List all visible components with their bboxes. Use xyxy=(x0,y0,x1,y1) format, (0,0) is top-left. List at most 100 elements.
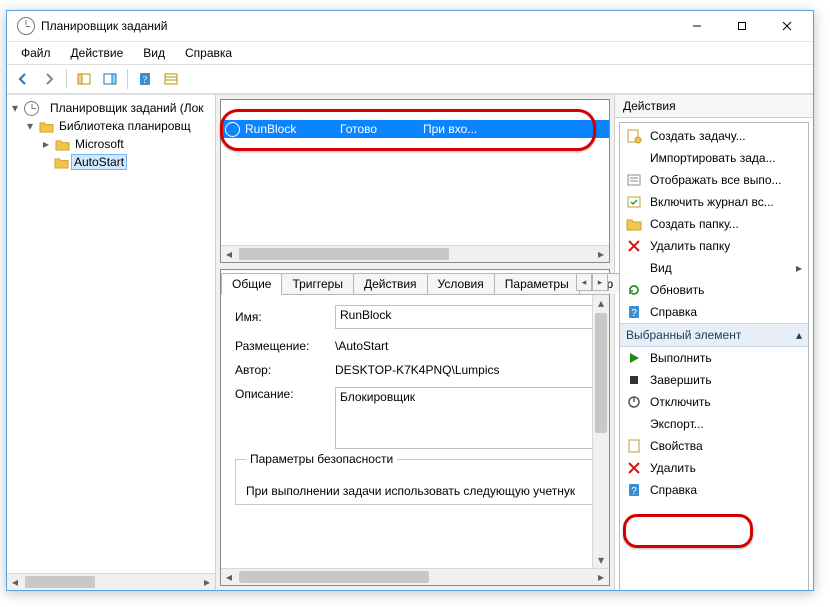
close-button[interactable] xyxy=(764,12,809,40)
menu-help[interactable]: Справка xyxy=(177,44,240,62)
toolbar-show-hide-tree-button[interactable] xyxy=(72,67,96,91)
titlebar: Планировщик заданий xyxy=(7,11,813,41)
action-run[interactable]: Выполнить xyxy=(620,347,808,369)
actions-section-selected: Выбранный элемент ▴ xyxy=(620,323,808,347)
window-title: Планировщик заданий xyxy=(41,19,674,33)
tab-general[interactable]: Общие xyxy=(221,273,282,295)
security-account-line: При выполнении задачи использовать следу… xyxy=(246,484,584,498)
action-end[interactable]: Завершить xyxy=(620,369,808,391)
new-folder-icon xyxy=(626,216,642,232)
tree-root[interactable]: ▾ Планировщик заданий (Лок xyxy=(9,99,213,117)
action-new-folder[interactable]: Создать папку... xyxy=(620,213,808,235)
action-refresh[interactable]: Обновить xyxy=(620,279,808,301)
security-fieldset: Параметры безопасности При выполнении за… xyxy=(235,459,595,505)
tree-autostart[interactable]: AutoStart xyxy=(9,153,213,171)
delete-icon xyxy=(626,238,642,254)
blank-icon xyxy=(626,260,642,276)
author-value: DESKTOP-K7K4PNQ\Lumpics xyxy=(335,363,585,377)
menu-file[interactable]: Файл xyxy=(13,44,59,62)
play-icon xyxy=(626,350,642,366)
task-details: Общие Триггеры Действия Условия Параметр… xyxy=(220,269,610,586)
task-list-horizontal-scrollbar[interactable]: ◂▸ xyxy=(221,245,609,262)
blank-icon xyxy=(626,416,642,432)
tree-pane: ▾ Планировщик заданий (Лок ▾ Библиотека … xyxy=(7,95,216,590)
expand-icon[interactable]: ▸ xyxy=(40,138,52,150)
toolbar-back-button[interactable] xyxy=(11,67,35,91)
tab-settings[interactable]: Параметры xyxy=(494,273,580,294)
description-label: Описание: xyxy=(235,387,335,401)
tab-triggers[interactable]: Триггеры xyxy=(281,273,354,294)
refresh-icon xyxy=(626,282,642,298)
task-icon xyxy=(626,128,642,144)
description-field[interactable]: Блокировщик xyxy=(335,387,595,449)
list-icon xyxy=(626,172,642,188)
action-disable[interactable]: Отключить xyxy=(620,391,808,413)
task-scheduler-window: Планировщик заданий Файл Действие Вид Сп… xyxy=(6,10,814,591)
name-field[interactable]: RunBlock xyxy=(335,305,595,329)
action-help-2[interactable]: ? Справка xyxy=(620,479,808,501)
task-list-header[interactable] xyxy=(221,100,609,121)
help-icon: ? xyxy=(626,482,642,498)
clock-icon xyxy=(24,101,39,116)
folder-icon xyxy=(39,120,54,133)
task-trigger: При вхо... xyxy=(423,122,543,136)
collapse-icon[interactable]: ▾ xyxy=(24,120,36,132)
menubar: Файл Действие Вид Справка xyxy=(7,41,813,64)
toolbar-forward-button[interactable] xyxy=(37,67,61,91)
minimize-button[interactable] xyxy=(674,12,719,40)
toolbar-help-button[interactable]: ? xyxy=(133,67,157,91)
svg-text:?: ? xyxy=(143,75,148,86)
svg-text:?: ? xyxy=(631,308,637,319)
toolbar-show-hide-actions-button[interactable] xyxy=(98,67,122,91)
actions-header: Действия xyxy=(615,95,813,118)
properties-icon xyxy=(626,438,642,454)
action-view[interactable]: Вид ▸ xyxy=(620,257,808,279)
details-vertical-scrollbar[interactable]: ▴▾ xyxy=(592,295,609,568)
menu-view[interactable]: Вид xyxy=(135,44,173,62)
task-list: RunBlock Готово При вхо... ◂▸ xyxy=(220,99,610,263)
history-icon xyxy=(626,194,642,210)
help-icon: ? xyxy=(626,304,642,320)
menu-action[interactable]: Действие xyxy=(63,44,132,62)
action-enable-history[interactable]: Включить журнал вс... xyxy=(620,191,808,213)
tab-scroll-left[interactable]: ◂ xyxy=(576,273,592,291)
svg-text:?: ? xyxy=(631,486,637,497)
folder-icon xyxy=(54,156,69,169)
tab-conditions[interactable]: Условия xyxy=(427,273,495,294)
collapse-icon[interactable]: ▴ xyxy=(796,328,802,342)
location-value: \AutoStart xyxy=(335,339,585,353)
action-properties[interactable]: Свойства xyxy=(620,435,808,457)
details-horizontal-scrollbar[interactable]: ◂▸ xyxy=(221,568,609,585)
clock-icon xyxy=(17,17,35,35)
action-show-running[interactable]: Отображать все выпо... xyxy=(620,169,808,191)
location-label: Размещение: xyxy=(235,339,335,353)
tab-scroll-right[interactable]: ▸ xyxy=(592,273,608,291)
action-export[interactable]: Экспорт... xyxy=(620,413,808,435)
maximize-button[interactable] xyxy=(719,12,764,40)
tree-library[interactable]: ▾ Библиотека планировщ xyxy=(9,117,213,135)
disable-icon xyxy=(626,394,642,410)
security-legend: Параметры безопасности xyxy=(246,452,397,466)
action-delete-folder[interactable]: Удалить папку xyxy=(620,235,808,257)
task-name: RunBlock xyxy=(245,122,335,136)
action-import-task[interactable]: Импортировать зада... xyxy=(620,147,808,169)
tab-scroll-buttons[interactable]: ◂ ▸ xyxy=(576,273,608,291)
action-create-task[interactable]: Создать задачу... xyxy=(620,125,808,147)
name-label: Имя: xyxy=(235,310,335,324)
action-delete[interactable]: Удалить xyxy=(620,457,808,479)
folder-icon xyxy=(55,138,70,151)
actions-pane: Действия Создать задачу... Импортировать… xyxy=(615,95,813,590)
task-row[interactable]: RunBlock Готово При вхо... xyxy=(221,120,609,138)
tab-actions[interactable]: Действия xyxy=(353,273,428,294)
collapse-icon[interactable]: ▾ xyxy=(9,102,21,114)
delete-icon xyxy=(626,460,642,476)
toolbar-properties-button[interactable] xyxy=(159,67,183,91)
action-help[interactable]: ? Справка xyxy=(620,301,808,323)
tree-microsoft[interactable]: ▸ Microsoft xyxy=(9,135,213,153)
tree-horizontal-scrollbar[interactable]: ◂▸ xyxy=(7,573,215,590)
chevron-right-icon: ▸ xyxy=(796,261,802,275)
import-icon xyxy=(626,150,642,166)
details-tabs: Общие Триггеры Действия Условия Параметр… xyxy=(221,270,609,295)
toolbar: ? xyxy=(7,64,813,94)
task-icon xyxy=(225,122,240,137)
